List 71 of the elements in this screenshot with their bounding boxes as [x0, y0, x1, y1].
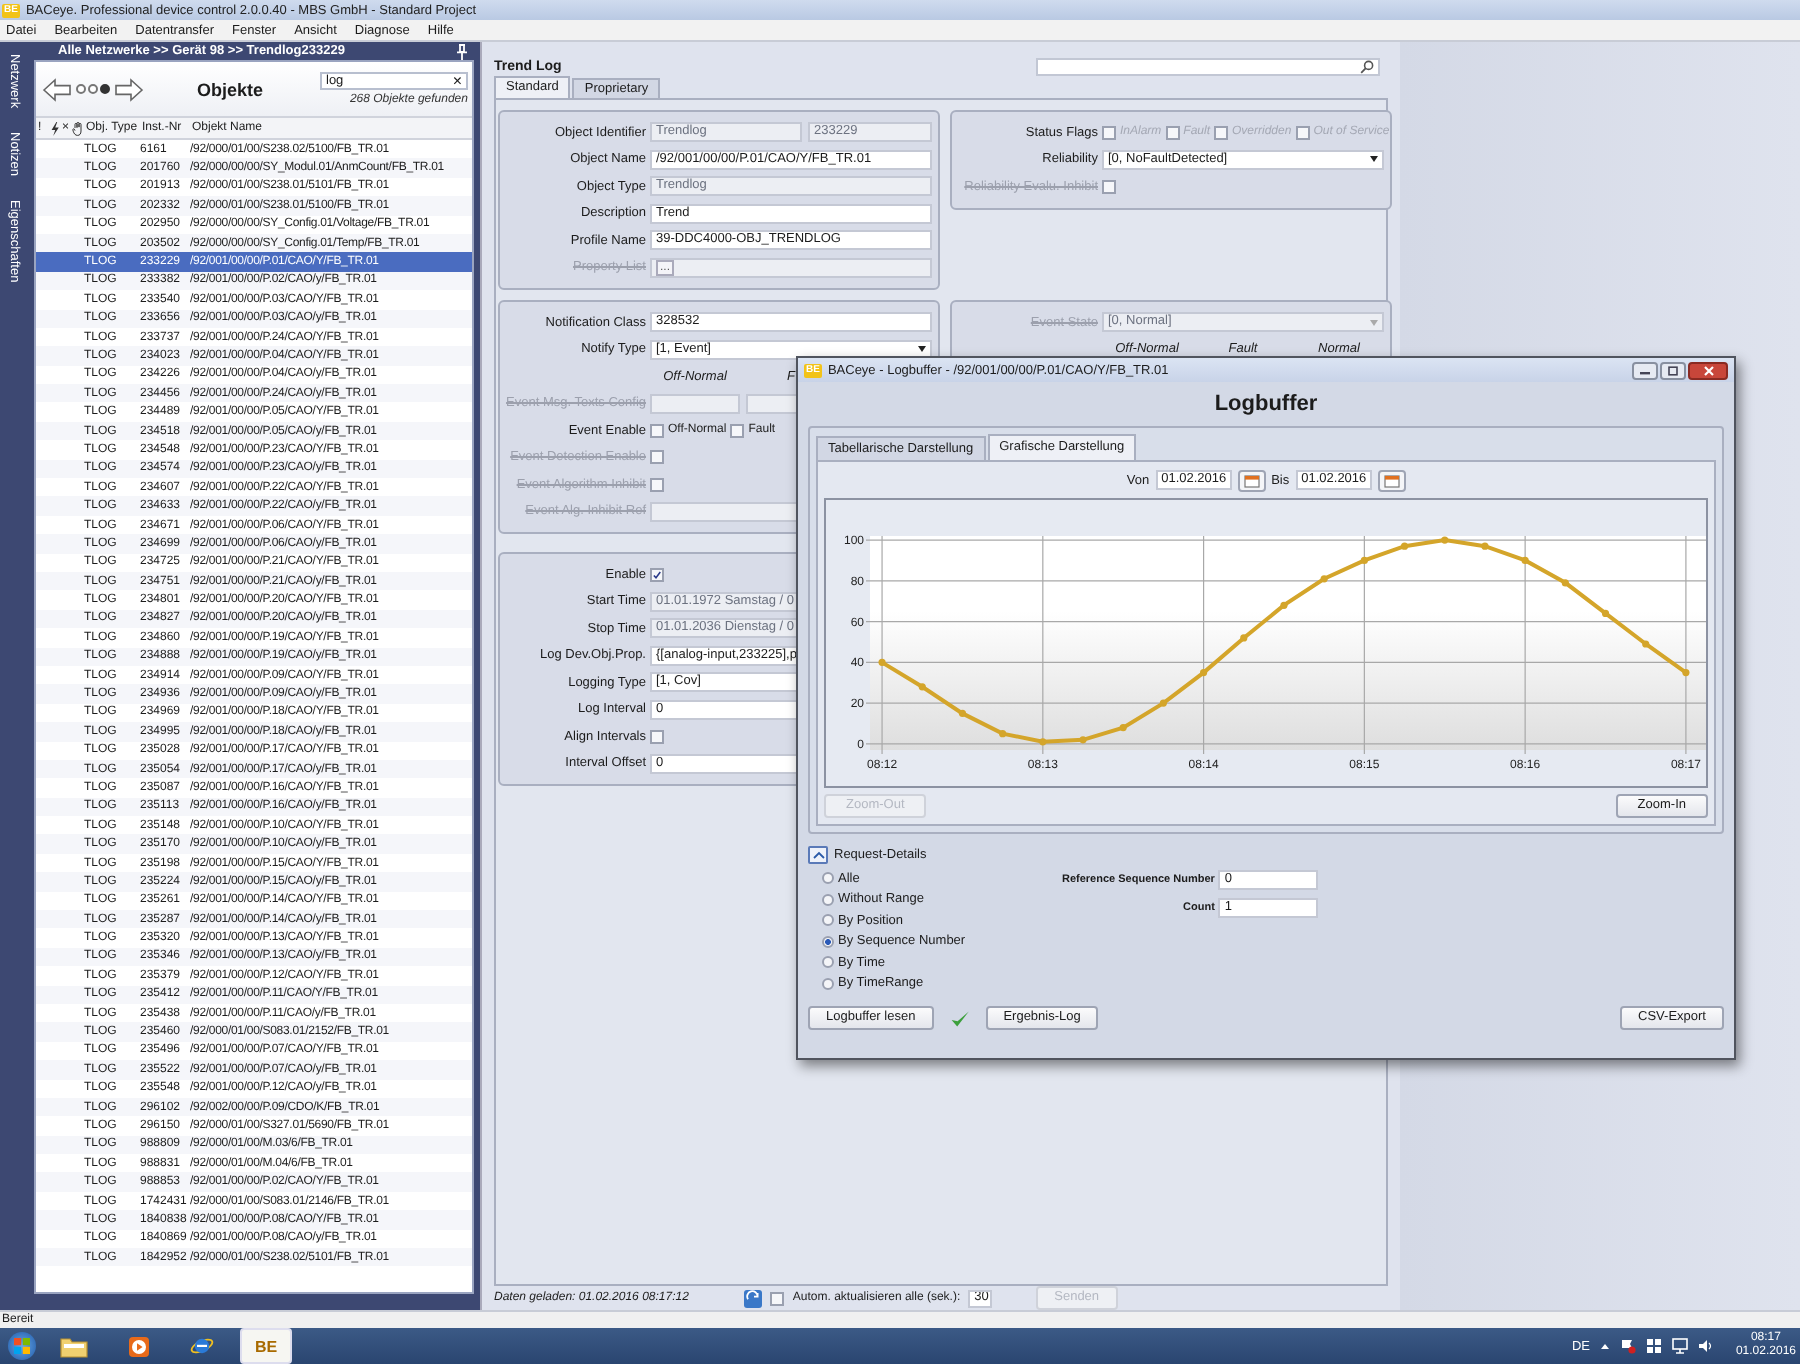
- data-point: [1642, 640, 1650, 648]
- data-point: [1200, 668, 1208, 677]
- data-point: [918, 683, 926, 691]
- tray-arrow-icon[interactable]: [1599, 1342, 1610, 1350]
- checkbox[interactable]: [650, 567, 664, 581]
- data-point: [1360, 556, 1368, 565]
- radio-button[interactable]: [822, 935, 834, 947]
- search-field[interactable]: [1036, 57, 1380, 75]
- checkbox[interactable]: [650, 729, 664, 743]
- speaker-icon[interactable]: [1697, 1338, 1714, 1354]
- data-point: [1400, 542, 1409, 550]
- play-icon: [127, 1335, 149, 1357]
- checkbox[interactable]: [730, 423, 745, 437]
- windows-logo-icon: [12, 1336, 32, 1356]
- page-dot[interactable]: [88, 84, 98, 94]
- close-icon: [1701, 365, 1715, 375]
- dialog-heading: Logbuffer: [1212, 390, 1320, 420]
- data-point: [1320, 575, 1328, 583]
- calendar-icon: [1383, 473, 1400, 487]
- panel-title: Objekte: [194, 79, 265, 99]
- back-arrow-icon[interactable]: [42, 77, 72, 101]
- data-point: [878, 658, 886, 666]
- input-field[interactable]: [650, 393, 740, 413]
- forward-arrow-icon[interactable]: [114, 77, 144, 101]
- data-point: [1159, 699, 1167, 707]
- radio-button[interactable]: [822, 977, 834, 989]
- data-point: [958, 709, 967, 717]
- caret-icon: [1370, 319, 1378, 325]
- browser-icon: [190, 1334, 214, 1358]
- network-icon[interactable]: [1671, 1338, 1688, 1354]
- windows-logo-icon[interactable]: [1645, 1338, 1662, 1354]
- pin-icon[interactable]: [456, 43, 468, 59]
- data-point: [1280, 601, 1288, 609]
- minimize-button[interactable]: [1632, 361, 1658, 379]
- radio-button[interactable]: [822, 872, 834, 884]
- calendar-button[interactable]: [1237, 469, 1266, 491]
- hand-icon[interactable]: [72, 121, 84, 135]
- lightning-icon[interactable]: [49, 121, 59, 135]
- calendar-button[interactable]: [1377, 469, 1406, 491]
- search-icon[interactable]: [1360, 59, 1374, 73]
- folder-icon: [60, 1335, 88, 1357]
- flag-icon[interactable]: [1619, 1338, 1636, 1354]
- data-point: [1561, 579, 1569, 587]
- maximize-button[interactable]: [1660, 361, 1686, 379]
- taskbar-button[interactable]: BE: [240, 1328, 292, 1364]
- maximize-icon: [1666, 365, 1680, 375]
- radio-button[interactable]: [822, 893, 834, 905]
- data-point: [1441, 536, 1449, 544]
- radio-button[interactable]: [822, 956, 834, 968]
- checkbox[interactable]: [650, 423, 664, 437]
- data-point: [1119, 724, 1127, 732]
- refresh-icon[interactable]: [744, 1289, 763, 1307]
- data-point: [999, 730, 1007, 738]
- data-point: [1601, 609, 1610, 618]
- start-button[interactable]: [8, 1332, 36, 1360]
- checkbox[interactable]: [770, 1291, 785, 1305]
- data-point: [1079, 736, 1087, 744]
- collapse-button[interactable]: [808, 845, 828, 863]
- clear-button[interactable]: ×: [452, 73, 462, 89]
- page-dot[interactable]: [76, 84, 86, 94]
- data-point: [1039, 738, 1047, 746]
- calendar-icon: [1243, 473, 1260, 487]
- chevron-icon: [811, 849, 825, 859]
- data-point: [1481, 542, 1489, 550]
- caret-icon: [1370, 156, 1378, 162]
- data-point: [1240, 634, 1248, 642]
- data-point: [1682, 668, 1690, 677]
- page-dot[interactable]: [100, 84, 110, 94]
- radio-button[interactable]: [822, 914, 834, 926]
- data-point: [1521, 556, 1529, 565]
- close-button[interactable]: [1688, 361, 1728, 379]
